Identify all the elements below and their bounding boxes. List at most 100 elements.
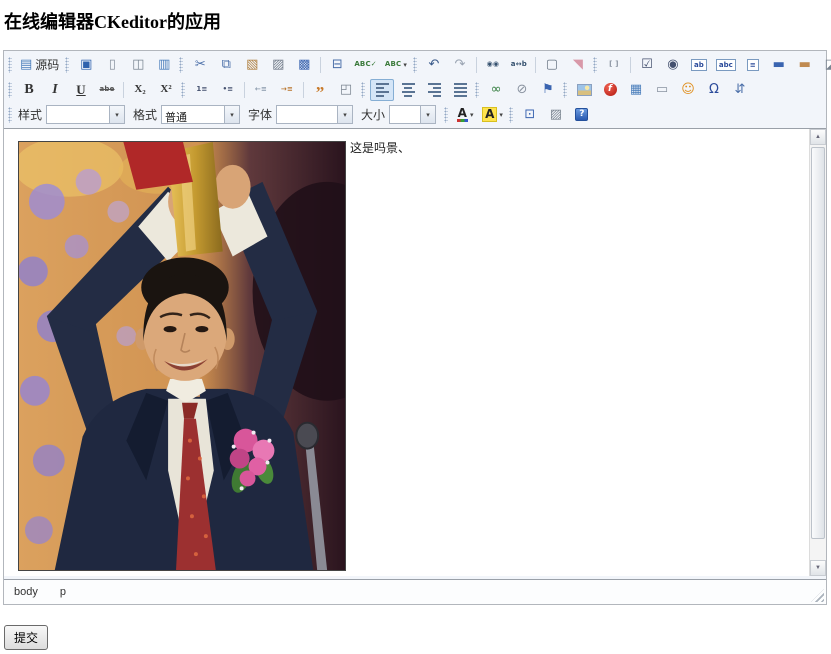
spell-check-auto-dropdown-arrow-icon[interactable]: ▾ xyxy=(403,61,407,69)
content-image[interactable] xyxy=(18,141,346,571)
special-char-button[interactable]: Ω xyxy=(702,79,726,101)
new-page-button[interactable]: ▯ xyxy=(100,54,124,76)
preview-button[interactable]: ◫ xyxy=(126,54,150,76)
image-button-button[interactable]: ▬ xyxy=(793,54,817,76)
copy-button[interactable]: ⧉ xyxy=(214,54,238,76)
scrollbar-track[interactable] xyxy=(810,539,826,560)
toolbar-grip-icon xyxy=(181,81,185,98)
find-button[interactable]: ◉◉ xyxy=(481,54,505,76)
templates-button[interactable]: ▥ xyxy=(152,54,176,76)
select-field-button[interactable]: ≡ xyxy=(741,54,765,76)
image-button[interactable] xyxy=(572,79,596,101)
radio-button[interactable]: ◉ xyxy=(661,54,685,76)
source-button[interactable]: ▤ 源码 xyxy=(17,54,62,76)
font-combo-arrow-icon[interactable]: ▾ xyxy=(337,106,353,123)
horizontal-rule-button[interactable]: ▭ xyxy=(650,79,674,101)
toolbar-separator xyxy=(123,81,124,98)
select-all-button[interactable]: ▢ xyxy=(540,54,564,76)
font-combo[interactable]: ▾ xyxy=(276,105,354,124)
editor-editable-area[interactable]: 这是吗景、 xyxy=(4,129,809,576)
hidden-field-button[interactable]: ◪ xyxy=(819,54,831,76)
form-button-button[interactable]: ▬ xyxy=(767,54,791,76)
text-field-icon: ab xyxy=(691,58,707,71)
scrollbar-thumb[interactable] xyxy=(811,147,825,539)
resize-handle-icon[interactable] xyxy=(811,589,824,602)
size-combo[interactable]: ▾ xyxy=(389,105,437,124)
status-path-item[interactable]: body xyxy=(14,586,38,598)
paste-icon: ▧ xyxy=(246,57,259,72)
smiley-icon: ☺ xyxy=(681,82,695,97)
strike-button[interactable]: abe xyxy=(95,79,119,101)
size-combo-arrow-icon[interactable]: ▾ xyxy=(420,106,436,123)
bold-button[interactable]: B xyxy=(17,79,41,101)
bulleted-list-button[interactable]: •≡ xyxy=(216,79,240,101)
format-combo-arrow-icon[interactable]: ▾ xyxy=(224,106,240,123)
text-color-dropdown-arrow-icon[interactable]: ▾ xyxy=(470,111,474,119)
align-center-button[interactable] xyxy=(396,79,420,101)
text-color-icon: A xyxy=(456,106,468,122)
underline-button[interactable]: U xyxy=(69,79,93,101)
numbered-list-button[interactable]: 1≡ xyxy=(190,79,214,101)
select-field-icon: ≡ xyxy=(746,58,759,71)
cut-button[interactable]: ✂ xyxy=(188,54,212,76)
remove-format-button[interactable]: ◥ xyxy=(566,54,590,76)
page-title: 在线编辑器CKeditor的应用 xyxy=(4,12,221,32)
link-button[interactable]: ∞ xyxy=(484,79,508,101)
style-combo[interactable]: ▾ xyxy=(46,105,126,124)
checkbox-button[interactable]: ☑ xyxy=(635,54,659,76)
status-path-item[interactable]: p xyxy=(60,586,66,598)
table-button[interactable]: ▦ xyxy=(624,79,648,101)
page-break-button[interactable]: ⇵ xyxy=(728,79,752,101)
paste-text-button[interactable]: ▨ xyxy=(266,54,290,76)
form-button[interactable]: [ ] xyxy=(602,54,626,76)
textarea-button[interactable]: abc xyxy=(713,54,739,76)
print-button[interactable]: ⊟ xyxy=(325,54,349,76)
format-combo[interactable]: 普通 ▾ xyxy=(161,105,241,124)
new-page-icon: ▯ xyxy=(108,57,116,72)
spell-check-button[interactable]: ABC✓ xyxy=(351,54,380,76)
save-button[interactable]: ▣ xyxy=(74,54,98,76)
size-combo-value xyxy=(390,106,420,123)
align-right-button[interactable] xyxy=(422,79,446,101)
replace-button[interactable]: a↔b xyxy=(507,54,531,76)
outdent-button[interactable]: ←≡ xyxy=(249,79,273,101)
paste-button[interactable]: ▧ xyxy=(240,54,264,76)
flash-button[interactable]: f xyxy=(598,79,622,101)
indent-button[interactable]: →≡ xyxy=(275,79,299,101)
paste-text-icon: ▨ xyxy=(272,57,285,72)
vertical-scrollbar[interactable]: ▲ ▼ xyxy=(809,129,826,576)
scrollbar-down-button[interactable]: ▼ xyxy=(810,560,826,576)
spell-check-auto-button[interactable]: ABC ▾ xyxy=(382,54,410,76)
bg-color-button[interactable]: A ▾ xyxy=(479,104,506,126)
element-path: body p xyxy=(14,586,66,598)
smiley-button[interactable]: ☺ xyxy=(676,79,700,101)
maximize-button[interactable]: ⊡ xyxy=(518,104,542,126)
style-combo-label: 样式 xyxy=(18,108,43,122)
undo-button[interactable]: ↶ xyxy=(422,54,446,76)
scrollbar-up-button[interactable]: ▲ xyxy=(810,129,826,145)
paste-word-button[interactable]: ▩ xyxy=(292,54,316,76)
form-button-icon: ▬ xyxy=(772,57,785,72)
text-color-button[interactable]: A ▾ xyxy=(453,104,477,126)
subscript-button[interactable]: X₂ xyxy=(128,79,152,101)
superscript-button[interactable]: X² xyxy=(154,79,178,101)
paste-word-icon: ▩ xyxy=(298,57,311,72)
align-left-button[interactable] xyxy=(370,78,394,101)
image-icon xyxy=(576,83,592,96)
replace-icon: a↔b xyxy=(510,60,527,68)
text-field-button[interactable]: ab xyxy=(687,54,711,76)
blockquote-button[interactable]: ” xyxy=(308,79,332,101)
unlink-button[interactable]: ⊘ xyxy=(510,79,534,101)
redo-button[interactable]: ↷ xyxy=(448,54,472,76)
bg-color-dropdown-arrow-icon[interactable]: ▾ xyxy=(499,111,503,119)
italic-button[interactable]: I xyxy=(43,79,67,101)
create-div-button[interactable]: ◰ xyxy=(334,79,358,101)
style-combo-arrow-icon[interactable]: ▾ xyxy=(109,106,125,123)
about-button[interactable]: ? xyxy=(570,104,594,126)
submit-button[interactable]: 提交 xyxy=(4,625,49,650)
align-justify-button[interactable] xyxy=(448,79,472,101)
editor-status-bar: body p xyxy=(4,579,826,604)
anchor-button[interactable]: ⚑ xyxy=(536,79,560,101)
toolbar-row-2: B I Uabe X₂ X² 1≡ •≡ ←≡ →≡ ” ◰ ∞ ⊘ ⚑ f ▦ ▭ ☺ Ω ⇵ xyxy=(6,77,824,102)
show-blocks-button[interactable]: ▨ xyxy=(544,104,568,126)
